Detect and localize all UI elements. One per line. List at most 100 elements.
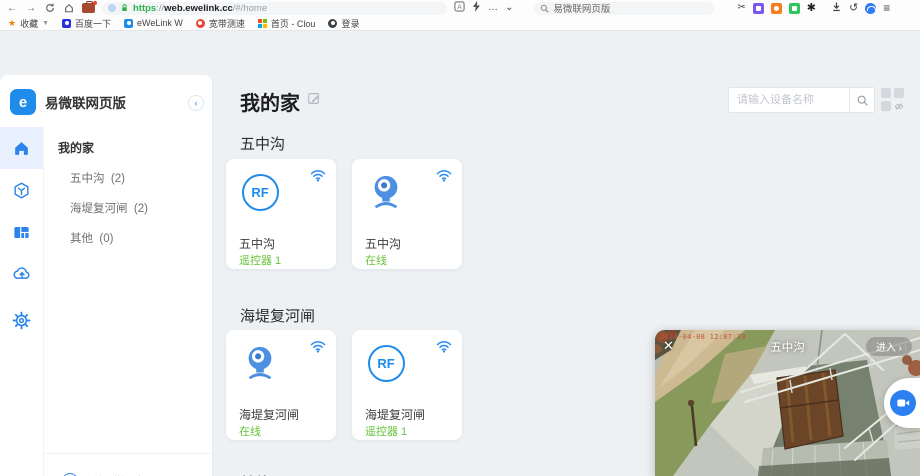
sidebar-rail (0, 127, 44, 476)
gear-icon (12, 311, 31, 330)
url-text: https://web.ewelink.cc/#/home (133, 3, 267, 14)
rail-item-home[interactable] (0, 127, 43, 169)
device-name: 五中沟 (239, 235, 275, 252)
device-card-camera[interactable]: 海堤复河闸 在线 (226, 330, 336, 440)
purple-extension-icon[interactable] (753, 3, 764, 14)
star-icon: ★ (8, 18, 16, 29)
device-status: 遥控器 1 (239, 252, 281, 268)
cloud-upload-icon (12, 264, 32, 284)
edit-home-name-icon[interactable] (307, 91, 321, 110)
browser-search-value: 易微联网页版 (553, 1, 610, 15)
enter-camera-button[interactable]: 进入 › (866, 337, 912, 356)
device-name: 海堤复河闸 (365, 406, 425, 423)
profile-extension-icon[interactable] (82, 3, 95, 13)
layout-square-icon[interactable] (881, 88, 891, 98)
rail-item-settings[interactable] (0, 299, 43, 341)
device-search-button[interactable] (849, 87, 875, 113)
caret-down-icon: ▼ (42, 20, 49, 27)
add-group-room-label: 添加群组/房间 (87, 473, 156, 476)
sidebar: e 易微联网页版 ‹ 我的家 (0, 75, 213, 476)
device-search-input[interactable] (728, 87, 849, 113)
group-heading-1: 五中沟 (240, 133, 285, 154)
layout-square-icon[interactable] (894, 88, 904, 98)
site-icon (108, 4, 116, 12)
address-bar[interactable]: https://web.ewelink.cc/#/home (102, 2, 447, 15)
svg-text:A: A (457, 4, 462, 11)
device-card-rf[interactable]: RF 海堤复河闸 遥控器 1 (352, 330, 462, 440)
device-status: 在线 (365, 252, 387, 268)
reload-icon[interactable] (44, 2, 56, 14)
green-extension-icon[interactable] (789, 3, 800, 14)
plus-icon: + (62, 473, 78, 476)
submenu-item-room-3[interactable]: 其他 (0) (44, 216, 212, 246)
rf-bridge-icon: RF (366, 343, 406, 383)
baidu-icon (62, 19, 71, 28)
camera-device-icon (240, 343, 280, 383)
lightning-icon[interactable] (472, 1, 481, 15)
group-heading-2: 海堤复河闸 (240, 305, 315, 326)
home-nav-icon[interactable] (63, 2, 75, 14)
pinwheel-extension-icon[interactable]: ✱ (807, 3, 816, 14)
bookmark-login[interactable]: 登录 (328, 17, 359, 30)
login-avatar-icon (328, 19, 337, 28)
toolbar-more-icon[interactable]: … (488, 3, 498, 13)
submenu-item-room-1[interactable]: 五中沟 (2) (44, 156, 212, 186)
wifi-icon (310, 169, 326, 182)
browser-logo-icon[interactable] (865, 3, 876, 14)
scissors-extension-icon[interactable]: ✂ (737, 3, 745, 13)
device-status: 遥控器 1 (365, 423, 407, 439)
search-icon (540, 4, 549, 13)
bookmark-speedtest[interactable]: 宽带测速 (196, 17, 245, 30)
scene-hexagon-icon (12, 181, 31, 200)
submenu-item-room-2[interactable]: 海堤复河闸 (2) (44, 186, 212, 216)
wifi-icon (436, 340, 452, 353)
layout-square-icon[interactable] (881, 101, 891, 111)
search-icon (856, 94, 869, 107)
submenu-item-my-home[interactable]: 我的家 (44, 127, 212, 156)
bookmark-ewelink[interactable]: eWeLink W (124, 18, 183, 28)
wifi-icon (310, 340, 326, 353)
download-icon[interactable] (831, 1, 842, 15)
dashboard-panel-icon (12, 223, 31, 242)
page-title: 我的家 (240, 87, 300, 116)
ewelink-icon (124, 19, 133, 28)
rail-item-panel[interactable] (0, 211, 43, 253)
rail-item-share[interactable] (0, 253, 43, 295)
bookmark-baidu[interactable]: 百度一下 (62, 17, 111, 30)
app-title: 易微联网页版 (45, 92, 126, 112)
home-icon (12, 139, 31, 158)
group-heading-3: 其他 (240, 472, 270, 476)
device-name: 海堤复河闸 (239, 406, 299, 423)
sidebar-header: e 易微联网页版 (10, 89, 126, 115)
browser-toolbar: ← → https://web.ewelink.cc/#/home A … ⌄ … (0, 0, 920, 16)
group-1-cards: RF 五中沟 遥控器 1 五中沟 在线 (226, 159, 462, 269)
device-status: 在线 (239, 423, 261, 439)
browser-search-box[interactable]: 易微联网页版 (534, 2, 714, 15)
translate-icon[interactable]: A (454, 1, 465, 15)
device-card-camera[interactable]: 五中沟 在线 (352, 159, 462, 269)
orange-extension-icon[interactable] (771, 3, 782, 14)
wifi-icon (436, 169, 452, 182)
bookmark-favorites[interactable]: ★ 收藏 ▼ (8, 17, 49, 30)
speedtest-icon (196, 19, 205, 28)
hide-devices-eye-off-icon[interactable] (894, 101, 904, 111)
grid-logo-icon (258, 19, 267, 28)
back-icon[interactable]: ← (6, 2, 18, 14)
device-search (728, 87, 875, 113)
history-undo-icon[interactable]: ↺ (849, 3, 858, 14)
add-group-room-button[interactable]: + 添加群组/房间 (44, 453, 212, 476)
forward-icon[interactable]: → (25, 2, 37, 14)
group-2-cards: 海堤复河闸 在线 RF 海堤复河闸 遥控器 1 (226, 330, 462, 440)
camera-dock-icon (890, 390, 916, 416)
device-card-rf[interactable]: RF 五中沟 遥控器 1 (226, 159, 336, 269)
camera-preview-overlay[interactable]: 2024-04-08 12:07:39 ✕ 五中沟 进入 › (655, 330, 920, 476)
bookmark-homepage[interactable]: 首页 - Clou (258, 17, 316, 30)
sidebar-collapse-button[interactable]: ‹ (188, 95, 204, 111)
menu-icon[interactable]: ≡ (883, 2, 890, 14)
rail-item-scene[interactable] (0, 169, 43, 211)
view-options (881, 88, 904, 111)
chevron-down-icon[interactable]: ⌄ (505, 3, 513, 13)
camera-device-icon (366, 172, 406, 212)
device-name: 五中沟 (365, 235, 401, 252)
bookmarks-bar: ★ 收藏 ▼ 百度一下 eWeLink W 宽带测速 首页 - Clou 登录 (0, 16, 920, 31)
